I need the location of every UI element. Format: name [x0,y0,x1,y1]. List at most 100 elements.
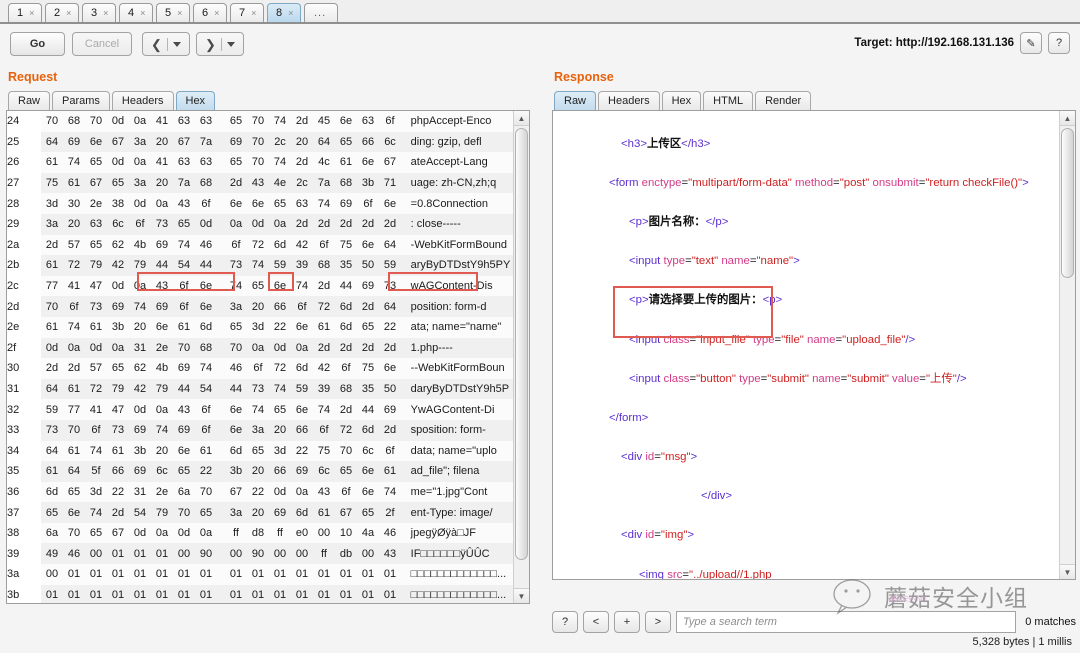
hex-byte[interactable]: 6c [107,218,129,230]
hex-byte[interactable]: 57 [85,362,107,374]
hex-byte[interactable]: 69 [379,404,401,416]
hex-byte[interactable]: 01 [129,568,151,580]
hex-row[interactable]: 38 6a 70 65 67 0d 0a 0d 0a ff d8 ff e0 00 10 4a 46 jpegÿØ… [7,522,513,544]
hex-ascii[interactable]: data; name="uplo [410,440,513,462]
hex-bytes[interactable]: 2d 2d 57 65 62 4b 69 74 46 6f 72 6d 42 6f 75 6e [41,358,411,379]
hex-byte[interactable]: 74 [269,383,291,395]
hex-byte[interactable]: 20 [129,321,151,333]
hex-bytes[interactable]: 3d 30 2e 38 0d 0a 43 6f 6e 6e 65 63 74 69 6f 6e [41,193,411,214]
hex-byte[interactable]: 49 [41,548,63,560]
hex-byte[interactable]: 4b [129,239,151,251]
hex-byte[interactable]: 54 [173,259,195,271]
hex-byte[interactable]: 79 [107,383,129,395]
hex-byte[interactable]: 73 [41,424,63,436]
hex-byte[interactable]: 01 [357,568,379,580]
hex-bytes[interactable]: 75 61 67 65 3a 20 7a 68 2d 43 4e 2c 7a 68 3b 71 [41,172,411,194]
hex-byte[interactable]: 69 [107,301,129,313]
hex-ascii[interactable]: --WebKitFormBoun [410,358,513,379]
hex-byte[interactable]: 6f [85,424,107,436]
hex-byte[interactable]: 2d [313,218,335,230]
hex-byte[interactable]: 6d [41,486,63,498]
hex-byte[interactable]: 6f [225,239,247,251]
hex-byte[interactable]: 2d [379,342,401,354]
hex-byte[interactable]: 70 [195,486,217,498]
hex-byte[interactable]: 01 [379,568,401,580]
hex-byte[interactable]: 01 [225,568,247,580]
hex-row[interactable]: 33 73 70 6f 73 69 74 69 6f 6e 3a 20 66 6f 72 6d 2d sposit… [7,419,513,441]
hex-row[interactable]: 36 6d 65 3d 22 31 2e 6a 70 67 22 0d 0a 43 6f 6e 74 me="1.… [7,481,513,503]
hex-byte[interactable]: 0d [195,218,217,230]
hex-byte[interactable]: 74 [313,198,335,210]
hex-byte[interactable]: 01 [313,589,335,601]
hex-row[interactable]: 34 64 61 74 61 3b 20 6e 61 6d 65 3d 22 75 70 6c 6f data; … [7,440,513,462]
hex-byte[interactable]: 0d [129,404,151,416]
hex-byte[interactable]: 22 [195,465,217,477]
hex-byte[interactable]: 6f [195,198,217,210]
hex-bytes[interactable]: 61 74 65 0d 0a 41 63 63 65 70 74 2d 4c 61 6e 67 [41,152,411,173]
hex-byte[interactable]: 01 [151,568,173,580]
hex-byte[interactable]: 65 [41,507,63,519]
hex-byte[interactable]: 65 [225,115,247,127]
hex-byte[interactable]: 2d [41,362,63,374]
hex-byte[interactable]: 01 [195,589,217,601]
hex-byte[interactable]: 67 [379,156,401,168]
hex-byte[interactable]: 61 [41,156,63,168]
hex-byte[interactable]: 74 [313,404,335,416]
hex-byte[interactable]: 61 [313,507,335,519]
hex-byte[interactable]: 3d [269,445,291,457]
tab-response-hex[interactable]: Hex [661,91,702,110]
hex-byte[interactable]: 65 [85,527,107,539]
hex-byte[interactable]: 01 [41,589,63,601]
hex-bytes[interactable]: 65 6e 74 2d 54 79 70 65 3a 20 69 6d 61 67 65 2f [41,502,411,523]
hex-byte[interactable]: 72 [247,239,269,251]
hex-byte[interactable]: 6f [129,218,151,230]
chevron-down-icon[interactable] [172,41,181,47]
hex-byte[interactable]: 61 [41,465,63,477]
hex-byte[interactable]: 69 [269,507,291,519]
tab-request-raw[interactable]: Raw [8,91,51,110]
hex-byte[interactable]: 77 [63,404,85,416]
hex-ascii[interactable]: □□□□□□□□□□□□□... [410,564,513,585]
hex-byte[interactable]: 65 [357,321,379,333]
hex-byte[interactable]: 0a [151,527,173,539]
hex-ascii[interactable]: me="1.jpg"Cont [410,481,513,503]
hex-byte[interactable]: ff [313,548,335,560]
hex-byte[interactable]: 2e [85,198,107,210]
hex-byte[interactable]: 6e [173,445,195,457]
hex-byte[interactable]: 72 [85,383,107,395]
hex-byte[interactable]: 68 [195,177,217,189]
hex-byte[interactable]: 0d [41,342,63,354]
hex-byte[interactable]: 01 [335,589,357,601]
close-icon[interactable]: × [66,8,71,18]
hex-byte[interactable]: 59 [291,383,313,395]
hex-byte[interactable]: 69 [173,362,195,374]
hex-byte[interactable]: 64 [379,239,401,251]
hex-byte[interactable]: 65 [247,445,269,457]
hex-byte[interactable]: 67 [107,136,129,148]
hex-byte[interactable]: 0a [129,156,151,168]
close-icon[interactable]: × [288,8,293,18]
hex-byte[interactable]: 69 [129,465,151,477]
hex-byte[interactable]: 67 [85,177,107,189]
tab-request-headers[interactable]: Headers [111,91,174,110]
hex-byte[interactable]: 00 [41,568,63,580]
hex-byte[interactable]: 73 [85,301,107,313]
hex-ascii[interactable]: ding: gzip, defl [410,131,513,153]
scroll-down-icon[interactable]: ▼ [514,588,529,603]
hex-byte[interactable]: 69 [225,136,247,148]
hex-byte[interactable]: 68 [313,259,335,271]
hex-byte[interactable]: 6e [225,198,247,210]
tab-request-hex[interactable]: Hex [175,91,216,110]
hex-byte[interactable]: 2d [357,301,379,313]
hex-byte[interactable]: 69 [129,424,151,436]
search-prev-button[interactable]: < [583,611,609,633]
hex-byte[interactable]: 2d [357,218,379,230]
hex-byte[interactable]: 65 [173,218,195,230]
hex-bytes[interactable]: 3a 20 63 6c 6f 73 65 0d 0a 0d 0a 2d 2d 2d 2d 2d [41,213,411,235]
hex-byte[interactable]: 3d [85,486,107,498]
hex-byte[interactable]: 6e [291,404,313,416]
hex-byte[interactable]: 00 [269,548,291,560]
hex-byte[interactable]: 61 [63,177,85,189]
hex-byte[interactable]: 0d [247,218,269,230]
hex-byte[interactable]: 46 [225,362,247,374]
